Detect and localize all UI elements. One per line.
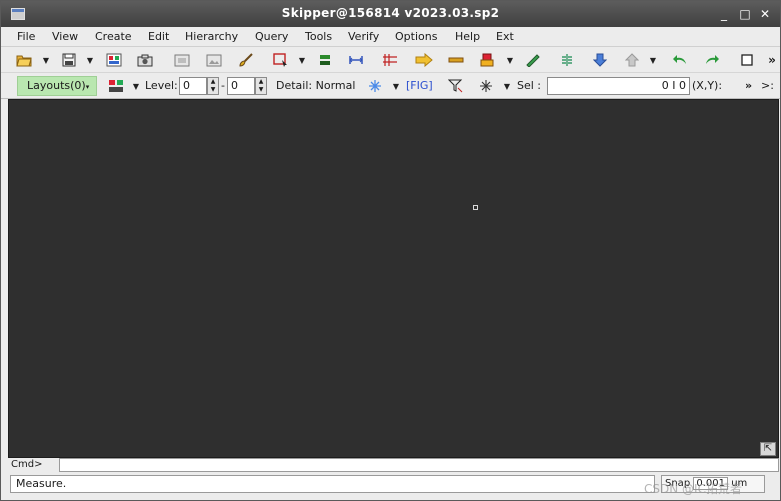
command-input[interactable] xyxy=(59,458,779,472)
level-from-input[interactable]: 0 xyxy=(179,77,207,95)
component-dropdown-icon[interactable]: ▼ xyxy=(505,51,515,69)
window-toggle-icon[interactable] xyxy=(738,51,756,69)
title-bar[interactable]: Skipper@156814 v2023.03.sp2 _ □ ✕ xyxy=(1,1,780,27)
command-row: Cmd> xyxy=(8,458,779,472)
menu-ext[interactable]: Ext xyxy=(496,30,514,43)
wire-icon[interactable] xyxy=(447,51,465,69)
move-up-icon[interactable] xyxy=(623,51,641,69)
layers-dropdown-icon[interactable]: ▼ xyxy=(131,77,141,95)
status-message: Measure. xyxy=(10,475,655,493)
selection-coords-field[interactable]: 0 I 0 xyxy=(547,77,690,95)
minimize-button[interactable]: _ xyxy=(716,6,732,22)
camera-icon[interactable] xyxy=(136,51,154,69)
detail-label[interactable]: Detail: Normal xyxy=(276,79,355,92)
level-to-spinner[interactable]: ▲ ▼ xyxy=(255,77,267,95)
move-dropdown-icon[interactable]: ▼ xyxy=(648,51,658,69)
ruler-grid-icon[interactable] xyxy=(381,51,399,69)
xy-label: (X,Y): xyxy=(692,79,723,92)
close-button[interactable]: ✕ xyxy=(757,6,773,22)
level-separator: - xyxy=(221,79,225,92)
level-label: Level: xyxy=(145,79,178,92)
measure-icon[interactable] xyxy=(347,51,365,69)
toolbar2-more-label[interactable]: >: xyxy=(761,79,774,92)
undo-icon[interactable] xyxy=(671,51,689,69)
canvas-corner-expand-icon[interactable]: ⇱ xyxy=(760,442,776,456)
menu-hierarchy[interactable]: Hierarchy xyxy=(185,30,238,43)
menu-query[interactable]: Query xyxy=(255,30,288,43)
menu-verify[interactable]: Verify xyxy=(348,30,379,43)
menu-view[interactable]: View xyxy=(52,30,78,43)
layouts-label: Layouts(0) xyxy=(27,79,86,92)
save-icon[interactable] xyxy=(60,51,78,69)
redo-icon[interactable] xyxy=(703,51,721,69)
move-down-icon[interactable] xyxy=(591,51,609,69)
menu-create[interactable]: Create xyxy=(95,30,132,43)
pencil-icon[interactable] xyxy=(524,51,542,69)
status-bar: Measure. Snap 0.001 um CSDN @IC拓荒者 xyxy=(8,472,779,496)
highlight-icon[interactable] xyxy=(316,51,334,69)
sparkle-dropdown-icon[interactable]: ▼ xyxy=(391,77,401,95)
sel-label: Sel : xyxy=(517,79,542,92)
fig-label[interactable]: [FIG] xyxy=(406,79,433,92)
level-to-input[interactable]: 0 xyxy=(227,77,255,95)
layers-icon[interactable] xyxy=(107,77,125,95)
select-dropdown-icon[interactable]: ▼ xyxy=(297,51,307,69)
print-icon[interactable] xyxy=(173,51,191,69)
origin-marker xyxy=(473,205,478,210)
menu-edit[interactable]: Edit xyxy=(148,30,169,43)
save-dropdown-icon[interactable]: ▼ xyxy=(85,51,95,69)
open-dropdown-icon[interactable]: ▼ xyxy=(41,51,51,69)
open-folder-icon[interactable] xyxy=(15,51,33,69)
layout-view-icon[interactable] xyxy=(105,51,123,69)
menu-tools[interactable]: Tools xyxy=(305,30,332,43)
cmd-label: Cmd> xyxy=(11,459,43,470)
align-icon[interactable] xyxy=(558,51,576,69)
toolbar2-overflow-icon[interactable]: » xyxy=(745,79,752,92)
level-from-spinner[interactable]: ▲ ▼ xyxy=(207,77,219,95)
layouts-button[interactable]: Layouts(0)▾ xyxy=(17,76,97,96)
brush-icon[interactable] xyxy=(237,51,255,69)
menu-options[interactable]: Options xyxy=(395,30,437,43)
layout-canvas[interactable]: ⇱ xyxy=(8,99,779,458)
window-title: Skipper@156814 v2023.03.sp2 xyxy=(281,6,500,20)
main-toolbar: ▼ ▼ ▼ ▼ ▼ » xyxy=(1,47,780,73)
view-toolbar: Layouts(0)▾ ▼ Level: 0 ▲ ▼ - 0 ▲ ▼ Detail:… xyxy=(1,73,780,99)
component-icon[interactable] xyxy=(479,51,497,69)
menu-bar: File View Create Edit Hierarchy Query To… xyxy=(1,27,780,47)
crosshair-dropdown-icon[interactable]: ▼ xyxy=(502,77,512,95)
menu-file[interactable]: File xyxy=(17,30,35,43)
menu-help[interactable]: Help xyxy=(455,30,480,43)
export-image-icon[interactable] xyxy=(205,51,223,69)
maximize-button[interactable]: □ xyxy=(737,6,753,22)
main-window: Skipper@156814 v2023.03.sp2 _ □ ✕ File V… xyxy=(0,0,781,501)
watermark-text: CSDN @IC拓荒者 xyxy=(644,482,742,496)
select-rect-icon[interactable] xyxy=(272,51,290,69)
sparkle-icon[interactable] xyxy=(366,77,384,95)
toolbar1-overflow-icon[interactable]: » xyxy=(763,51,781,69)
crosshair-icon[interactable] xyxy=(477,77,495,95)
filter-select-icon[interactable] xyxy=(447,77,465,95)
run-arrow-icon[interactable] xyxy=(415,51,433,69)
